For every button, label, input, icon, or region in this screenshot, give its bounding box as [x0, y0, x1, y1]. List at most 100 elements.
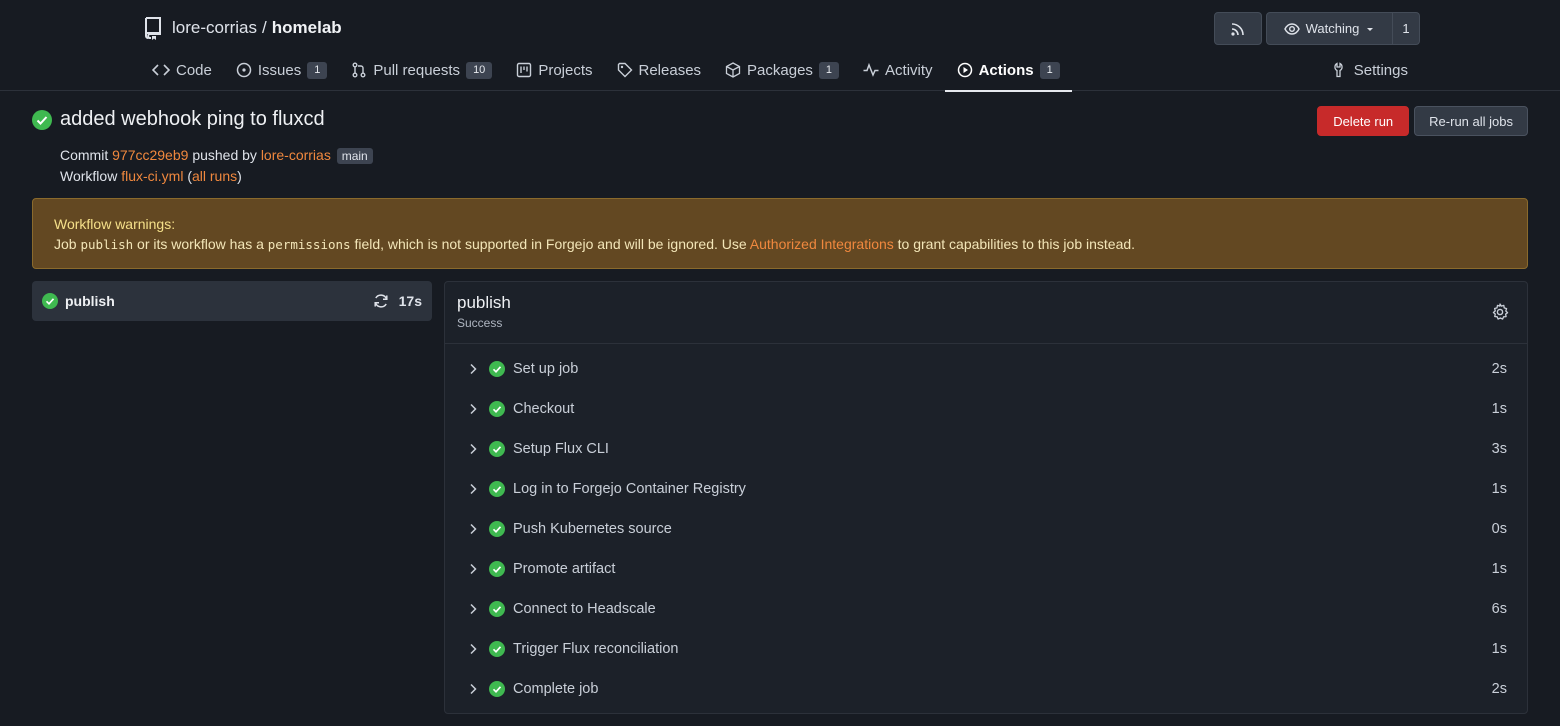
watch-label: Watching	[1305, 21, 1360, 36]
warning-text-part: field, which is not supported in Forgejo…	[354, 236, 747, 252]
tab-label: Actions	[978, 61, 1034, 79]
tab-releases[interactable]: Releases	[605, 49, 714, 91]
run-meta: Commit 977cc29eb9 pushed by lore-corrias…	[60, 145, 373, 186]
step-duration: 1s	[1491, 481, 1507, 497]
code-icon	[152, 64, 170, 76]
tab-issues[interactable]: Issues 1	[224, 49, 339, 91]
step-row[interactable]: Set up job 2s	[445, 349, 1527, 389]
tab-label: Releases	[638, 61, 702, 79]
workflow-warning: Workflow warnings: Job publish or its wo…	[32, 198, 1528, 269]
package-icon	[725, 62, 741, 78]
job-panel-status: Success	[457, 316, 503, 330]
step-row[interactable]: Checkout 1s	[445, 389, 1527, 429]
rerun-icon[interactable]	[373, 293, 389, 309]
tab-pull-requests[interactable]: Pull requests 10	[339, 49, 504, 91]
workflow-line: Workflow flux-ci.yml (all runs)	[60, 168, 242, 184]
step-name: Set up job	[513, 361, 579, 377]
tab-label: Pull requests	[373, 61, 461, 79]
all-runs-link[interactable]: all runs	[192, 168, 237, 184]
tab-packages[interactable]: Packages 1	[713, 49, 851, 91]
branch-badge[interactable]: main	[336, 148, 373, 164]
step-row[interactable]: Promote artifact 1s	[445, 549, 1527, 589]
issues-count-badge: 1	[307, 61, 328, 79]
job-name: publish	[65, 293, 115, 309]
job-list-item[interactable]: publish 17s	[32, 281, 432, 321]
success-icon	[42, 293, 58, 309]
commit-sha-link[interactable]: 977cc29eb9	[112, 147, 188, 163]
repo-separator: /	[262, 18, 267, 37]
workflow-file-link[interactable]: flux-ci.yml	[121, 168, 183, 184]
header-buttons: Watching 1	[1214, 12, 1420, 45]
step-duration: 3s	[1491, 441, 1507, 457]
actions-count-badge: 1	[1039, 61, 1060, 79]
tag-icon	[617, 62, 632, 78]
tab-projects[interactable]: Projects	[504, 49, 604, 91]
commit-line: Commit 977cc29eb9 pushed by lore-corrias…	[60, 145, 373, 166]
watch-button[interactable]: Watching	[1266, 12, 1393, 45]
tab-activity[interactable]: Activity	[851, 49, 945, 91]
delete-run-button[interactable]: Delete run	[1317, 106, 1410, 136]
repo-tabs: Code Issues 1 Pull requests 10 Projects …	[140, 49, 1420, 92]
run-actions: Delete run Re-run all jobs	[1317, 106, 1528, 136]
watch-count-button[interactable]: 1	[1393, 12, 1420, 45]
step-name: Complete job	[513, 681, 599, 697]
warning-text-part: Job	[54, 236, 77, 252]
commit-label: Commit	[60, 147, 109, 163]
success-icon	[489, 361, 505, 377]
rss-icon	[1231, 22, 1244, 36]
authorized-integrations-link[interactable]: Authorized Integrations	[750, 236, 894, 252]
issue-icon	[236, 62, 252, 78]
repo-icon	[145, 17, 161, 40]
chevron-right-icon	[469, 403, 479, 415]
job-duration: 17s	[398, 293, 422, 309]
repo-name-link[interactable]: homelab	[272, 18, 342, 38]
chevron-right-icon	[469, 523, 479, 535]
tab-code[interactable]: Code	[140, 49, 224, 91]
packages-count-badge: 1	[818, 61, 840, 79]
step-row[interactable]: Connect to Headscale 6s	[445, 589, 1527, 629]
rerun-all-jobs-button[interactable]: Re-run all jobs	[1414, 106, 1528, 136]
success-icon	[489, 681, 505, 697]
repo-header: lore-corrias / homelab Watching 1 Code I…	[0, 0, 1560, 92]
tab-label: Packages	[747, 61, 813, 79]
step-row[interactable]: Trigger Flux reconciliation 1s	[445, 629, 1527, 669]
workflow-label: Workflow	[60, 168, 118, 184]
repo-owner-link[interactable]: lore-corrias	[172, 18, 257, 38]
step-name: Promote artifact	[513, 561, 616, 577]
step-name: Connect to Headscale	[513, 601, 656, 617]
chevron-right-icon	[469, 443, 479, 455]
success-icon	[489, 441, 505, 457]
watch-count: 1	[1402, 21, 1410, 36]
step-row[interactable]: Setup Flux CLI 3s	[445, 429, 1527, 469]
warning-title: Workflow warnings:	[54, 216, 176, 232]
step-row[interactable]: Push Kubernetes source 0s	[445, 509, 1527, 549]
tab-label: Activity	[885, 61, 933, 79]
gear-icon[interactable]	[1491, 303, 1509, 324]
warning-text: Job publish or its workflow has a permis…	[54, 234, 1506, 255]
step-row[interactable]: Log in to Forgejo Container Registry 1s	[445, 469, 1527, 509]
step-list: Set up job 2s Checkout 1s Setup Flux CLI 3s…	[445, 344, 1527, 709]
success-icon	[489, 521, 505, 537]
tab-settings[interactable]: Settings	[1320, 49, 1420, 91]
run-title-text: added webhook ping to fluxcd	[60, 108, 325, 130]
success-icon	[32, 109, 52, 130]
repo-title: lore-corrias / homelab	[143, 16, 342, 40]
rss-button[interactable]	[1214, 12, 1262, 45]
run-title: added webhook ping to fluxcd	[32, 108, 325, 131]
step-row[interactable]: Complete job 2s	[445, 669, 1527, 709]
pushed-by-label: pushed by	[192, 147, 257, 163]
author-link[interactable]: lore-corrias	[261, 147, 331, 163]
tab-label: Issues	[257, 61, 302, 79]
tab-actions[interactable]: Actions 1	[944, 49, 1072, 92]
step-duration: 1s	[1491, 641, 1507, 657]
warning-code-field: permissions	[267, 237, 351, 252]
chevron-right-icon	[469, 643, 479, 655]
step-duration: 1s	[1491, 561, 1507, 577]
chevron-right-icon	[469, 683, 479, 695]
chevron-right-icon	[469, 483, 479, 495]
success-icon	[489, 601, 505, 617]
chevron-right-icon	[469, 603, 479, 615]
pull-requests-count-badge: 10	[466, 61, 493, 79]
eye-icon	[1283, 22, 1300, 35]
tab-label: Code	[176, 61, 212, 79]
